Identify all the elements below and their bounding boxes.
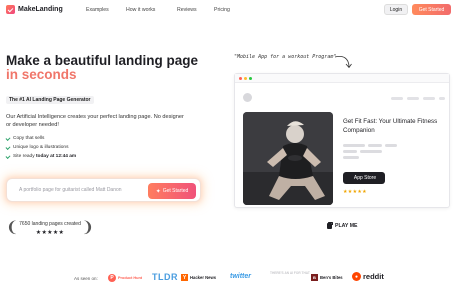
preview-nav-placeholder — [423, 97, 435, 100]
prompt-get-started-button[interactable]: ✦ Get Started — [148, 183, 196, 199]
workout-photo — [243, 112, 333, 205]
window-maximize-dot — [249, 77, 252, 80]
window-close-dot — [239, 77, 242, 80]
prompt-button-label: Get Started — [162, 188, 189, 194]
preview-text-placeholder — [360, 150, 382, 153]
top-nav: MakeLanding Examples How it works Review… — [0, 0, 456, 20]
feature-text: Unique logo & illustrations — [13, 145, 69, 150]
nav-link-pricing[interactable]: Pricing — [214, 7, 230, 13]
brand-tldr[interactable]: TLDR — [152, 272, 178, 282]
preview-text-placeholder — [343, 144, 365, 147]
app-store-label: App Store — [353, 175, 377, 181]
get-started-button[interactable]: Get Started — [412, 4, 451, 15]
preview-browser-window: Get Fit Fast: Your Ultimate Fitness Comp… — [234, 73, 450, 208]
app-store-button[interactable]: App Store — [343, 172, 385, 184]
preview-nav-placeholder — [407, 97, 419, 100]
as-seen-on-label: As seen on: — [74, 276, 98, 281]
preview-text-placeholder — [343, 156, 359, 159]
rating-stars: ★★★★★ — [35, 230, 65, 236]
reddit-icon: ● — [352, 272, 361, 281]
sparkle-icon: ✦ — [155, 188, 161, 195]
product-hunt-icon: P — [108, 274, 116, 282]
preview-nav-placeholder — [391, 97, 403, 100]
logo-text: MakeLanding — [18, 6, 63, 13]
feature-text: Site ready today at 12:44 am — [13, 154, 77, 159]
brand-product-hunt[interactable]: P Product Hunt — [108, 274, 142, 282]
brand-label: reddit — [363, 272, 384, 281]
preview-avatar — [243, 93, 252, 102]
login-button[interactable]: Login — [384, 4, 408, 15]
brand-label: THERE'S AN AI FOR THAT — [270, 271, 310, 275]
logo[interactable]: MakeLanding — [6, 5, 63, 14]
play-me-label: PLAY ME — [335, 223, 358, 229]
check-icon — [5, 144, 11, 150]
ready-time: today at 12:44 am — [35, 154, 77, 159]
brand-bens-bites[interactable]: B Ben's Bites — [311, 274, 343, 281]
example-annotation: "Mobile App for a workout Program" — [234, 54, 337, 60]
preview-text-placeholder — [368, 144, 382, 147]
check-icon — [5, 153, 11, 159]
brand-theres-an-ai[interactable]: THERE'S AN AI FOR THAT — [270, 271, 310, 276]
brand-label: Ben's Bites — [320, 275, 343, 280]
feature-item: Copy that sells — [5, 135, 45, 141]
feature-item: Site ready today at 12:44 am — [5, 153, 77, 159]
preview-card-title: Get Fit Fast: Your Ultimate Fitness Comp… — [343, 118, 438, 134]
check-icon — [5, 135, 11, 141]
curved-arrow-icon — [334, 56, 352, 69]
feature-text: Copy that sells — [13, 136, 45, 141]
preview-text-placeholder — [385, 144, 397, 147]
brand-hacker-news[interactable]: Y Hacker News — [181, 274, 216, 281]
feature-item: Unique logo & illustrations — [5, 144, 69, 150]
brand-label: TLDR — [152, 272, 178, 282]
brand-twitter[interactable]: twitter — [230, 273, 251, 280]
brand-label: Hacker News — [190, 275, 217, 280]
logo-check-icon — [6, 5, 15, 14]
bens-bites-icon: B — [311, 274, 318, 281]
brand-reddit[interactable]: ● reddit — [352, 272, 384, 281]
hero-title-line2: in seconds — [6, 67, 77, 82]
hero-title-line1: Make a beautiful landing page — [6, 53, 199, 68]
athlete-illustration — [243, 112, 333, 205]
preview-rating-stars: ★★★★★ — [343, 189, 367, 195]
preview-nav-placeholder — [439, 97, 445, 100]
hacker-news-icon: Y — [181, 274, 188, 281]
landing-pages-counter: ❨ ❩ 7650 landing pages created ★★★★★ — [4, 218, 96, 238]
preview-text-placeholder — [343, 150, 357, 153]
window-minimize-dot — [244, 77, 247, 80]
nav-link-reviews[interactable]: Reviews — [177, 7, 197, 13]
counter-text: 7650 landing pages created — [19, 221, 81, 227]
play-me-button[interactable]: PLAY ME — [327, 221, 358, 229]
nav-link-examples[interactable]: Examples — [86, 7, 109, 13]
bag-icon — [327, 221, 333, 229]
prompt-input[interactable]: A portfolio page for guitarist called Ma… — [19, 187, 122, 193]
brand-label: twitter — [230, 273, 251, 280]
browser-titlebar — [235, 74, 449, 83]
prompt-box: A portfolio page for guitarist called Ma… — [6, 178, 201, 202]
hero-badge: The #1 AI Landing Page Generator — [6, 96, 94, 104]
brand-label: Product Hunt — [118, 276, 143, 280]
hero-description: Our Artificial Intelligence creates your… — [6, 114, 184, 128]
nav-link-how-it-works[interactable]: How it works — [126, 7, 155, 13]
